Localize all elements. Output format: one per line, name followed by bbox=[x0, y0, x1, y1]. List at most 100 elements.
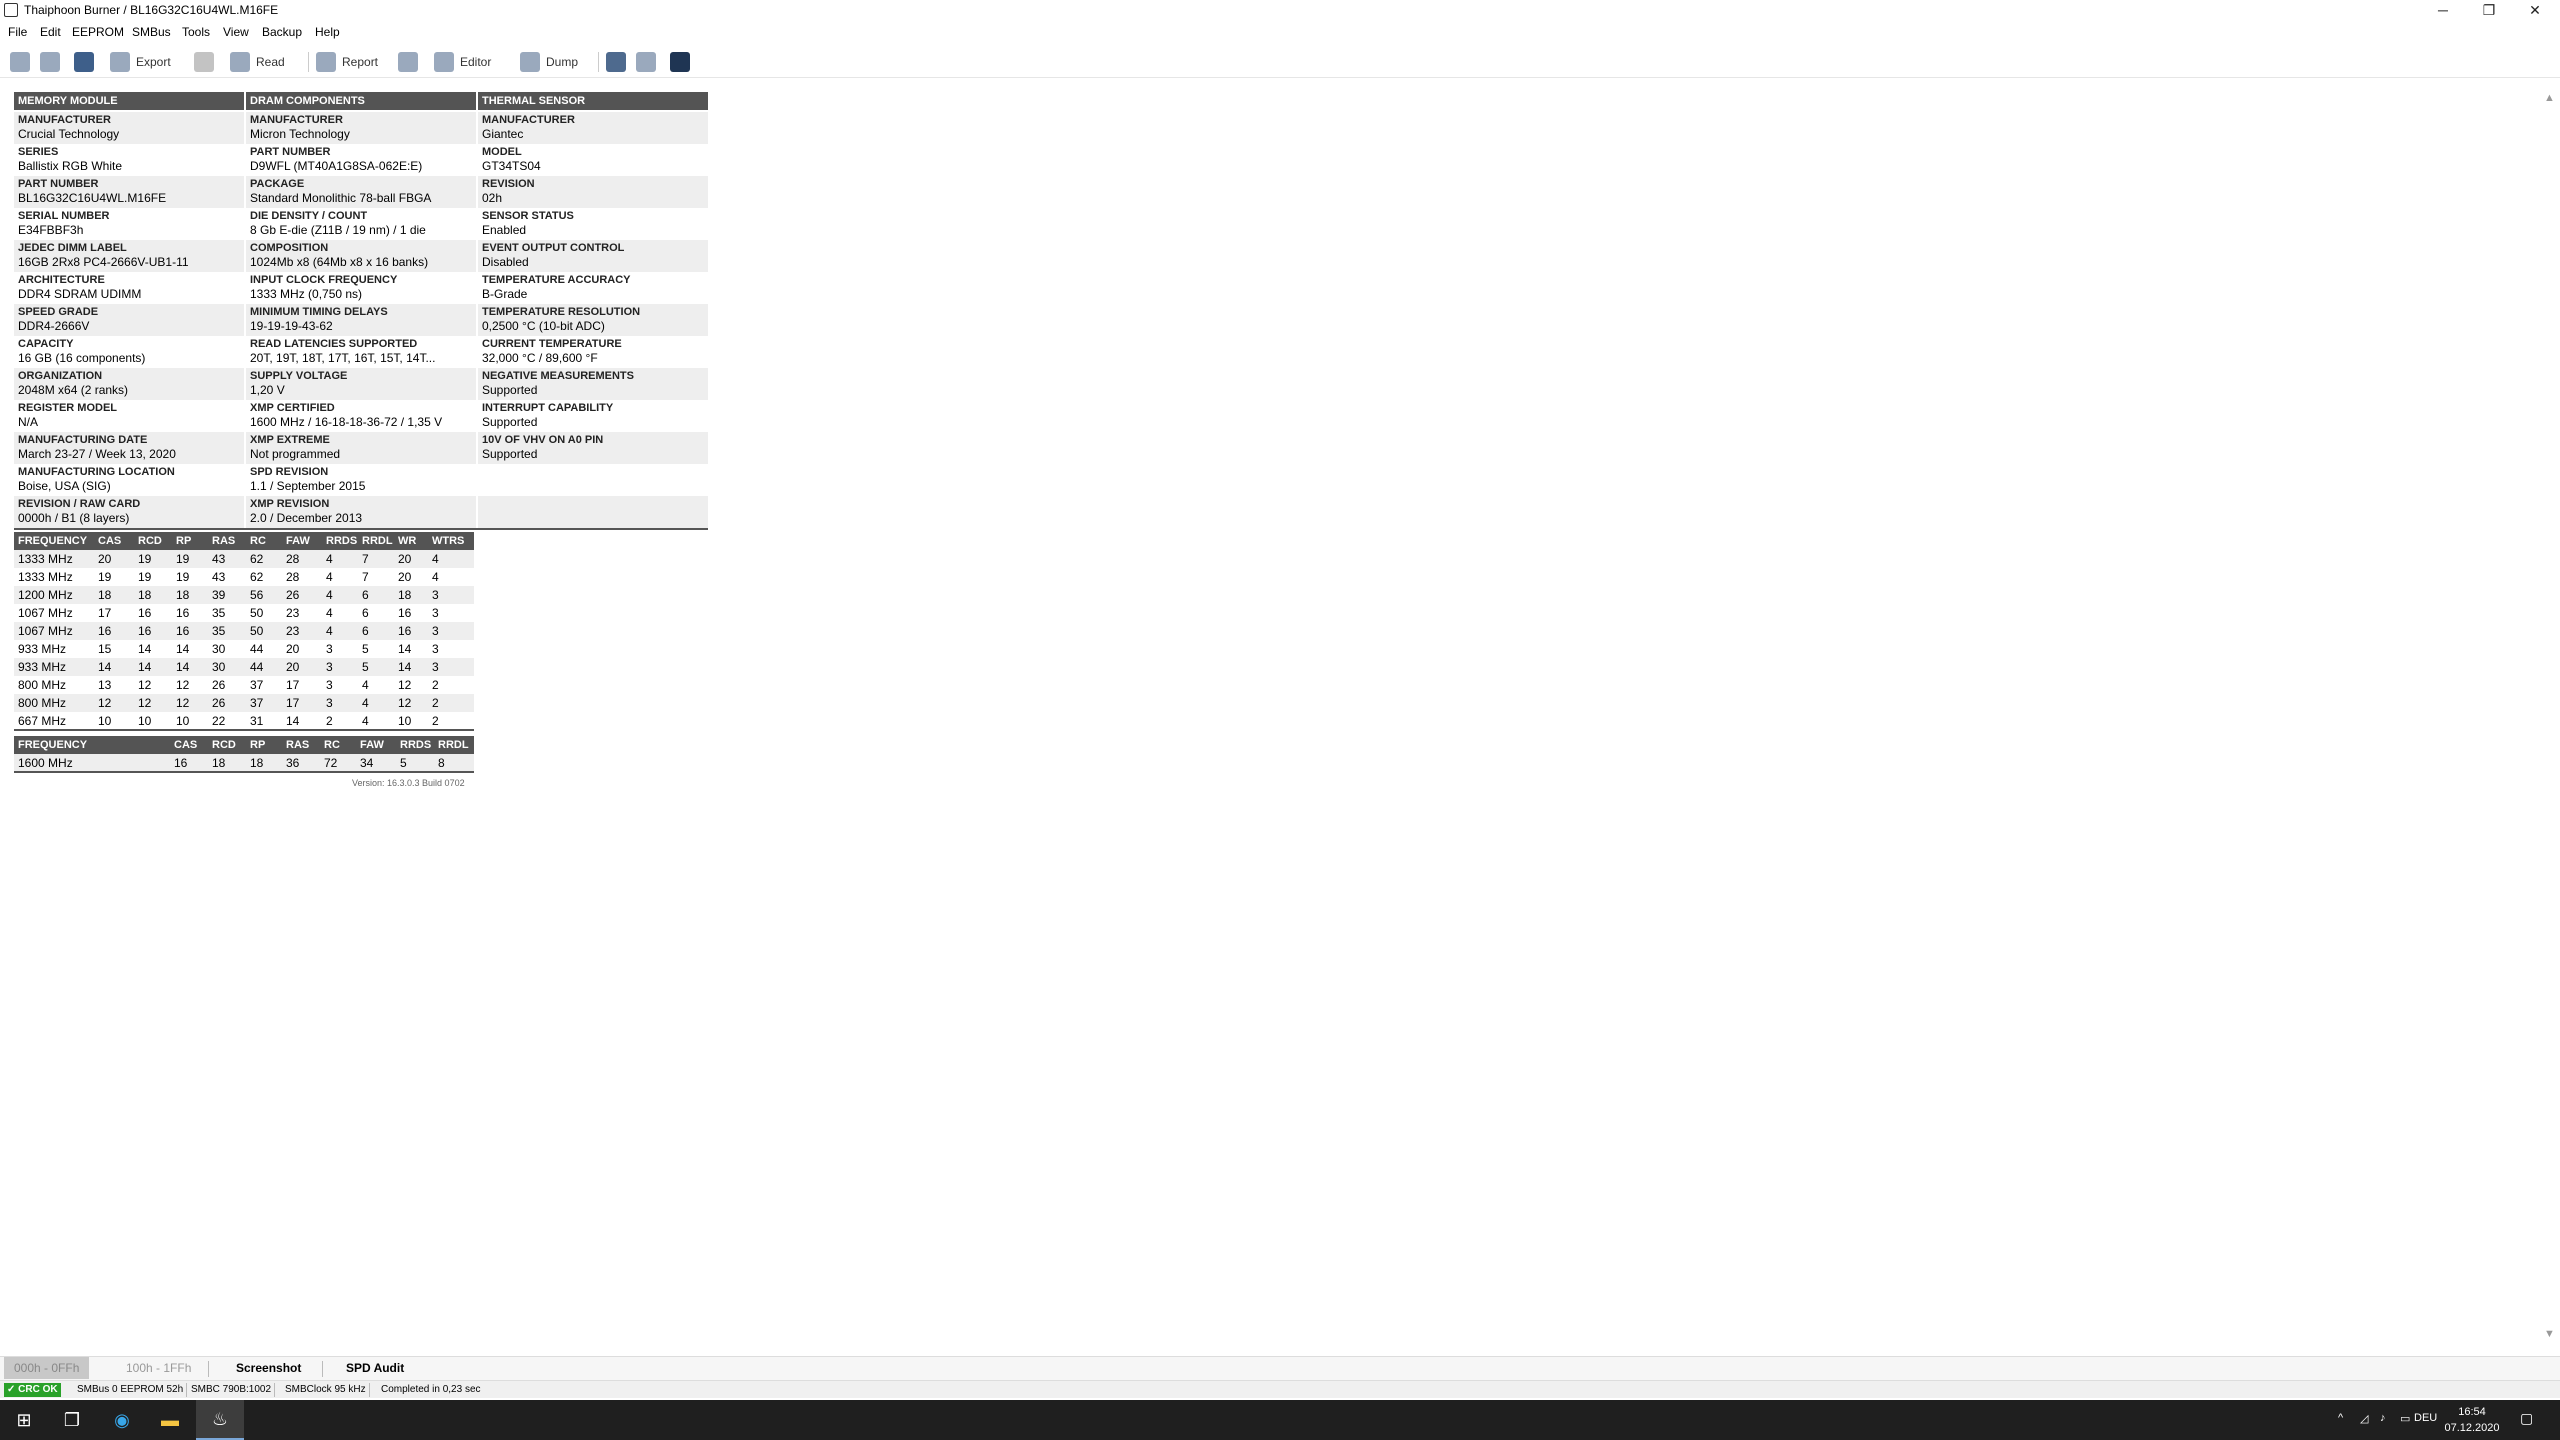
speaker-icon[interactable]: ♪ bbox=[2380, 1412, 2386, 1424]
menu-eeprom[interactable]: EEPROM bbox=[72, 25, 124, 39]
monitor-button[interactable] bbox=[670, 50, 696, 74]
scroll-up-icon[interactable]: ▲ bbox=[2544, 92, 2555, 104]
menu-smbus[interactable]: SMBus bbox=[132, 25, 171, 39]
editor-button[interactable]: Editor bbox=[434, 50, 491, 74]
field-label: READ LATENCIES SUPPORTED bbox=[250, 338, 418, 350]
table-cell: 18 bbox=[172, 586, 208, 604]
copy-icon bbox=[636, 52, 656, 72]
menu-file[interactable]: File bbox=[8, 25, 27, 39]
open-button[interactable] bbox=[40, 50, 66, 74]
table-cell: 4 bbox=[428, 550, 474, 568]
field-value: 16GB 2Rx8 PC4-2666V-UB1-11 bbox=[18, 255, 189, 269]
close-button[interactable]: ✕ bbox=[2512, 0, 2558, 20]
connect-button[interactable] bbox=[10, 50, 36, 74]
table-cell: 14 bbox=[282, 712, 322, 731]
field-label: SPEED GRADE bbox=[18, 306, 99, 318]
table-cell: 2 bbox=[432, 678, 439, 692]
field-label: EVENT OUTPUT CONTROL bbox=[482, 242, 625, 254]
system-clock[interactable]: 16:54 07.12.2020 bbox=[2440, 1404, 2504, 1436]
field-label: NEGATIVE MEASUREMENTS bbox=[482, 370, 634, 382]
tab-100h-1ffh[interactable]: 100h - 1FFh bbox=[116, 1357, 201, 1379]
scroll-down-icon[interactable]: ▼ bbox=[2544, 1328, 2555, 1340]
dram-components-row: PART NUMBER D9WFL (MT40A1G8SA-062E:E) bbox=[246, 144, 476, 176]
vertical-scrollbar[interactable]: ▲ ▼ bbox=[2540, 80, 2560, 1350]
field-label: TEMPERATURE RESOLUTION bbox=[482, 306, 641, 318]
thaiphoon-burner-taskbar-icon[interactable]: ♨ bbox=[196, 1400, 244, 1440]
dram-components-row: XMP CERTIFIED 1600 MHz / 16-18-18-36-72 /… bbox=[246, 400, 476, 432]
folder-open-icon bbox=[40, 52, 60, 72]
table-cell: 23 bbox=[286, 606, 300, 620]
tab-screenshot[interactable]: Screenshot bbox=[226, 1357, 311, 1379]
memory-module-row: REVISION / RAW CARD 0000h / B1 (8 layers) bbox=[14, 496, 244, 528]
network-icon[interactable]: ◿ bbox=[2360, 1412, 2368, 1425]
restore-button[interactable]: ❐ bbox=[2466, 0, 2512, 20]
smbc-status: SMBC 790B:1002 bbox=[188, 1383, 276, 1397]
table-cell: 12 bbox=[398, 678, 412, 692]
table-cell: 4 bbox=[358, 712, 394, 731]
title-bar: Thaiphoon Burner / BL16G32C16U4WL.M16FE … bbox=[0, 0, 2560, 20]
minimize-button[interactable]: ─ bbox=[2420, 0, 2466, 20]
table-cell: 23 bbox=[282, 622, 322, 640]
field-label: ORGANIZATION bbox=[18, 370, 103, 382]
field-label: PART NUMBER bbox=[250, 146, 331, 158]
battery-icon[interactable]: ▭ bbox=[2400, 1412, 2410, 1425]
column-header: RP bbox=[246, 736, 282, 754]
memory-module-row: MANUFACTURER Crucial Technology bbox=[14, 112, 244, 144]
menu-edit[interactable]: Edit bbox=[40, 25, 61, 39]
wrench-icon bbox=[398, 52, 418, 72]
field-value: 02h bbox=[482, 191, 503, 205]
dump-button[interactable]: Dump bbox=[520, 50, 578, 74]
field-label: MINIMUM TIMING DELAYS bbox=[250, 306, 388, 318]
table-cell: 43 bbox=[208, 550, 246, 568]
tools-button[interactable] bbox=[398, 50, 424, 74]
menu-backup[interactable]: Backup bbox=[262, 25, 302, 39]
table-cell: 1067 MHz bbox=[18, 606, 73, 620]
table-cell: 35 bbox=[212, 606, 226, 620]
menu-tools[interactable]: Tools bbox=[182, 25, 210, 39]
menu-view[interactable]: View bbox=[223, 25, 249, 39]
memory-module-row: SPEED GRADE DDR4-2666V bbox=[14, 304, 244, 336]
task-view-button[interactable]: ❐ bbox=[48, 1400, 96, 1440]
column-header: RAS bbox=[208, 532, 246, 550]
table-cell: 62 bbox=[250, 570, 264, 584]
table-cell: 667 MHz bbox=[14, 712, 94, 731]
table-cell: 4 bbox=[432, 570, 439, 584]
menu-help[interactable]: Help bbox=[315, 25, 340, 39]
xmp-timings-table: FREQUENCY CAS RCD RP RAS RC FAW RRDS RRDL 1600 M… bbox=[14, 736, 474, 773]
table-cell: 3 bbox=[432, 606, 439, 620]
field-value: 1,20 V bbox=[250, 383, 285, 397]
table-cell: 3 bbox=[428, 622, 474, 640]
chip-button[interactable] bbox=[194, 50, 220, 74]
field-value: 1333 MHz (0,750 ns) bbox=[250, 287, 363, 301]
report-button[interactable]: Report bbox=[316, 50, 378, 74]
save-button[interactable] bbox=[74, 50, 100, 74]
tab-spd-audit[interactable]: SPD Audit bbox=[336, 1357, 414, 1379]
field-label: 10V OF VHV ON A0 PIN bbox=[482, 434, 604, 446]
copy-button[interactable] bbox=[636, 50, 662, 74]
dram-components-row: MANUFACTURER Micron Technology bbox=[246, 112, 476, 144]
table-cell: 3 bbox=[326, 642, 333, 656]
input-language[interactable]: DEU bbox=[2414, 1412, 2437, 1424]
table-cell: 12 bbox=[176, 678, 190, 692]
read-button[interactable]: Read bbox=[230, 50, 285, 74]
export-button[interactable]: Export bbox=[110, 50, 171, 74]
field-value: 32,000 °C / 89,600 °F bbox=[482, 351, 598, 365]
table-cell: 8 bbox=[434, 754, 474, 773]
table-cell: 28 bbox=[286, 570, 300, 584]
table-cell: 20 bbox=[398, 570, 412, 584]
field-value: N/A bbox=[18, 415, 39, 429]
tray-chevron-icon[interactable]: ^ bbox=[2338, 1412, 2343, 1424]
file-explorer-icon[interactable]: ▬ bbox=[146, 1400, 194, 1440]
start-button[interactable]: ⊞ bbox=[0, 1400, 48, 1440]
dram-components-row: SUPPLY VOLTAGE 1,20 V bbox=[246, 368, 476, 400]
dump-icon bbox=[520, 52, 540, 72]
field-value: 0,2500 °C (10-bit ADC) bbox=[482, 319, 605, 333]
table-cell: 20 bbox=[286, 642, 300, 656]
notification-icon[interactable]: ▢ bbox=[2520, 1410, 2533, 1427]
column-header: FAW bbox=[356, 736, 396, 754]
tab-000h-0ffh[interactable]: 000h - 0FFh bbox=[4, 1357, 90, 1379]
edge-browser-icon[interactable]: ◉ bbox=[98, 1400, 146, 1440]
thermal-sensor-row: INTERRUPT CAPABILITY Supported bbox=[478, 400, 708, 432]
camera-button[interactable] bbox=[606, 50, 632, 74]
field-label: COMPOSITION bbox=[250, 242, 329, 254]
